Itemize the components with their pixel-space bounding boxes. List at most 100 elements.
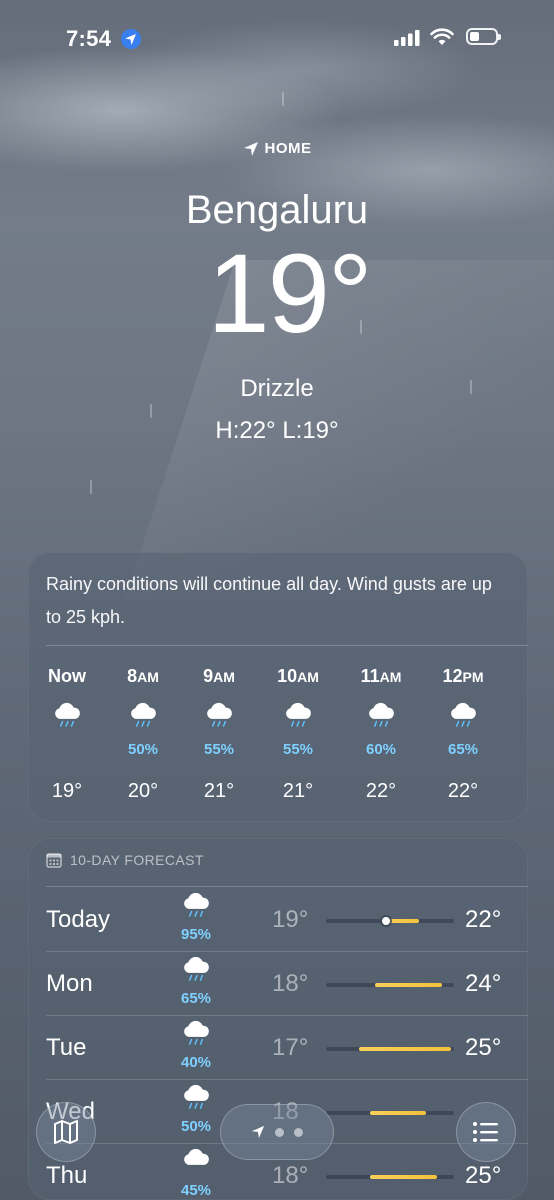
- hour-precipitation: 50%: [127, 741, 159, 758]
- current-temp-dot: [382, 917, 390, 925]
- day-precipitation: 65%: [180, 990, 212, 1007]
- hourly-forecast-card[interactable]: Rainy conditions will continue all day. …: [28, 552, 528, 822]
- temperature-range-bar: [370, 1111, 426, 1115]
- list-icon: [473, 1122, 498, 1142]
- day-precipitation: 95%: [180, 926, 212, 943]
- temperature-range-track: [326, 983, 454, 987]
- rain-cloud-icon: [176, 1018, 216, 1045]
- day-low-temp: 17°: [272, 1034, 309, 1061]
- rain-drop: [150, 404, 152, 418]
- day-row[interactable]: Mon 65% 18° 24°: [28, 952, 528, 1016]
- calendar-icon: [46, 853, 62, 868]
- location-header: HOME: [0, 140, 554, 162]
- rain-drop: [282, 92, 284, 106]
- day-row[interactable]: Today 95% 19° 22°: [28, 888, 528, 952]
- rain-cloud-icon: [32, 700, 102, 740]
- day-precipitation: 45%: [180, 1182, 212, 1199]
- rain-cloud-icon: [108, 700, 178, 740]
- temperature-range-bar: [359, 1047, 451, 1051]
- hour-precipitation: 60%: [365, 741, 397, 758]
- hour-temperature: 2: [508, 780, 528, 803]
- battery-icon: [466, 28, 501, 45]
- rain-drop: [90, 480, 92, 494]
- hour-item: 12PM 65% 22°: [428, 664, 498, 803]
- map-button[interactable]: [36, 1102, 96, 1162]
- temperature-range-track: [326, 1175, 454, 1179]
- card-divider: [46, 886, 528, 887]
- temperature-range-bar: [370, 1175, 437, 1179]
- hour-temperature: 19°: [51, 780, 83, 802]
- hour-temperature: 21°: [282, 780, 314, 802]
- high-low-temperature: H:22° L:19°: [215, 417, 339, 444]
- day-name: Tue: [46, 1034, 87, 1061]
- battery-level: [470, 32, 479, 41]
- ten-day-title: 10-DAY FORECAST: [70, 852, 204, 868]
- day-high-temp: 22°: [465, 906, 502, 933]
- rain-cloud-icon: [176, 1082, 216, 1109]
- hour-item: 1 6 2: [508, 664, 528, 803]
- rain-cloud-icon: [184, 700, 254, 740]
- rain-cloud-icon: [428, 700, 498, 740]
- hour-item: 8AM 50% 20°: [108, 664, 178, 803]
- rain-cloud-icon: [346, 700, 416, 740]
- hour-item: 9AM 55% 21°: [184, 664, 254, 803]
- temperature-range-track: [326, 917, 454, 925]
- day-high-temp: 25°: [465, 1034, 502, 1061]
- day-name: Today: [46, 906, 111, 933]
- hour-time: 9AM: [203, 666, 235, 686]
- temperature-range-track: [326, 1111, 454, 1115]
- hour-time: Now: [48, 666, 86, 686]
- page-dot[interactable]: [275, 1127, 284, 1137]
- rain-cloud-icon: [176, 954, 216, 981]
- day-high-temp: 24°: [465, 970, 502, 997]
- day-precipitation: 50%: [180, 1118, 212, 1135]
- day-row[interactable]: Tue 40% 17° 25°: [28, 1016, 528, 1080]
- hour-temperature: 22°: [447, 780, 479, 802]
- current-temperature: 19°: [207, 231, 372, 356]
- page-indicator[interactable]: [220, 1104, 334, 1160]
- status-bar: 7:54: [0, 0, 554, 72]
- status-time: 7:54: [66, 26, 112, 51]
- hourly-list[interactable]: Now 19° 8AM 50% 20° 9AM 55% 21° 10AM 55% 21° 11AM 60…: [28, 664, 528, 814]
- home-label-text: HOME: [264, 140, 312, 157]
- hour-temperature: 21°: [203, 780, 235, 802]
- location-arrow-icon: [243, 141, 258, 156]
- hour-time: 11AM: [360, 666, 402, 686]
- day-name: Thu: [46, 1162, 88, 1189]
- location-page-icon: [251, 1125, 265, 1139]
- map-icon: [54, 1120, 78, 1144]
- ten-day-header: 10-DAY FORECAST: [46, 852, 204, 868]
- cloud-icon: [176, 1146, 216, 1173]
- hour-precipitation: [32, 740, 102, 760]
- hour-temperature: 22°: [365, 780, 397, 802]
- hour-item: 10AM 55% 21°: [263, 664, 333, 803]
- hour-temperature: 20°: [127, 780, 159, 802]
- hour-precipitation: 55%: [282, 741, 314, 758]
- card-divider: [46, 645, 528, 646]
- hour-item: 11AM 60% 22°: [346, 664, 416, 803]
- day-high-temp: 25°: [465, 1162, 502, 1189]
- hour-time: 1: [508, 664, 528, 688]
- hour-time: 12PM: [442, 666, 484, 686]
- rain-cloud-icon: [508, 700, 528, 740]
- city-list-button[interactable]: [456, 1102, 516, 1162]
- day-low-temp: 18°: [272, 1162, 309, 1189]
- location-services-icon: [120, 28, 142, 55]
- page-dot[interactable]: [294, 1127, 303, 1137]
- day-low-temp: 19°: [272, 906, 309, 933]
- hour-precipitation: 55%: [203, 741, 235, 758]
- rain-cloud-icon: [263, 700, 333, 740]
- temperature-range-bar: [375, 983, 442, 987]
- forecast-summary: Rainy conditions will continue all day. …: [46, 574, 492, 627]
- day-name: Mon: [46, 970, 93, 997]
- home-location-label: HOME: [243, 140, 312, 157]
- cellular-signal-icon: [394, 30, 420, 51]
- hour-precipitation: 65%: [447, 741, 479, 758]
- hour-time: 10AM: [277, 666, 319, 686]
- day-precipitation: 40%: [180, 1054, 212, 1071]
- temperature-range-track: [326, 1047, 454, 1051]
- city-name: Bengaluru: [185, 188, 369, 232]
- hour-time: 8AM: [127, 666, 159, 686]
- hour-precipitation: 6: [508, 740, 528, 760]
- wifi-icon: [430, 28, 454, 51]
